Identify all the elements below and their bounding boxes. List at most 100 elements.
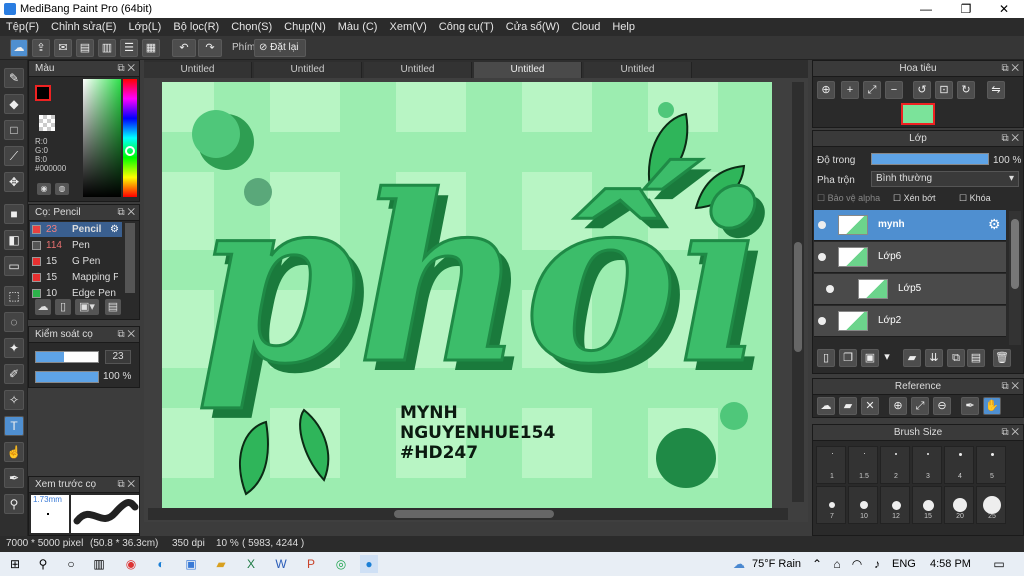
- close-ref-icon[interactable]: ✕: [861, 397, 879, 415]
- medibang-task-icon[interactable]: ●: [360, 555, 378, 573]
- tab-untitled-4[interactable]: Untitled: [474, 62, 582, 78]
- add-layer-menu-icon[interactable]: ▣: [861, 349, 879, 367]
- canvas-area[interactable]: phối phối MYNH NGUYENHUE154 #HD247: [144, 78, 808, 522]
- network-icon[interactable]: ⌂: [828, 555, 846, 573]
- palette-icon[interactable]: ◉: [37, 183, 51, 195]
- volume-icon[interactable]: ♪: [868, 555, 886, 573]
- brush-size-cell[interactable]: 1: [816, 446, 846, 484]
- layers-scrollbar[interactable]: [1009, 211, 1021, 345]
- menu-cloud[interactable]: Cloud: [566, 18, 607, 33]
- horizontal-scrollbar[interactable]: [148, 508, 788, 520]
- edge-icon[interactable]: ◐: [152, 555, 170, 573]
- brush-size-slider[interactable]: [35, 351, 99, 363]
- eyedropper-icon[interactable]: ⚲: [4, 494, 24, 514]
- select-eraser-icon[interactable]: ✧: [4, 390, 24, 410]
- new-brush-icon[interactable]: ▯: [55, 299, 71, 315]
- eyedrop-color-icon[interactable]: ◍: [55, 183, 69, 195]
- search-icon[interactable]: ⚲: [34, 555, 52, 573]
- app-icon-red[interactable]: ◉: [122, 555, 140, 573]
- panel-buttons[interactable]: ⧉ ✕: [1001, 379, 1019, 395]
- brush-item[interactable]: 15 G Pen: [30, 254, 122, 269]
- document-icon[interactable]: ▤: [76, 39, 94, 57]
- visibility-icon[interactable]: [818, 317, 826, 325]
- menu-capture[interactable]: Chụp(N): [278, 18, 332, 33]
- ref-zoom-out-icon[interactable]: ⊖: [933, 397, 951, 415]
- brush-opacity-slider[interactable]: [35, 371, 99, 383]
- protect-alpha-checkbox[interactable]: ☐ Bảo vệ alpha: [817, 193, 880, 204]
- brush-item[interactable]: 114 Pen: [30, 238, 122, 253]
- brush-item[interactable]: 15 Mapping Pe: [30, 270, 122, 285]
- clock[interactable]: 4:58 PM: [930, 558, 971, 570]
- close-button[interactable]: ✕: [984, 0, 1024, 18]
- clipping-checkbox[interactable]: ☐ Xén bớt: [893, 193, 936, 204]
- rotate-reset-icon[interactable]: ⊡: [935, 81, 953, 99]
- brush-size-cell[interactable]: 12: [880, 486, 910, 524]
- menu-help[interactable]: Help: [606, 18, 641, 33]
- gear-icon[interactable]: ⚙: [988, 216, 1001, 233]
- page-icon[interactable]: ▥: [98, 39, 116, 57]
- menu-view[interactable]: Xem(V): [383, 18, 432, 33]
- zoom-out-icon[interactable]: −: [885, 81, 903, 99]
- horizontal-scroll-thumb[interactable]: [394, 510, 554, 518]
- rotate-right-icon[interactable]: ↻: [957, 81, 975, 99]
- gradient-icon[interactable]: ▭: [4, 256, 24, 276]
- brush-item[interactable]: 23 Pencil ⚙: [30, 222, 122, 237]
- brush-size-cell[interactable]: 20: [944, 486, 974, 524]
- layer-row[interactable]: Lớp2: [814, 306, 1006, 337]
- list-icon[interactable]: ☰: [120, 39, 138, 57]
- layer-opacity-slider[interactable]: [871, 153, 989, 165]
- layer-settings-icon[interactable]: ▤: [967, 349, 985, 367]
- folder-icon[interactable]: ▰: [903, 349, 921, 367]
- cloud-icon[interactable]: ☁: [10, 39, 28, 57]
- bucket-icon[interactable]: ◧: [4, 230, 24, 250]
- maximize-button[interactable]: ❐: [946, 0, 986, 18]
- saturation-value-picker[interactable]: [83, 79, 121, 197]
- task-view-icon[interactable]: ▥: [90, 555, 108, 573]
- gear-icon[interactable]: ⚙: [110, 222, 119, 237]
- copy-layer-icon[interactable]: ❐: [839, 349, 857, 367]
- canvas-artwork[interactable]: phối phối MYNH NGUYENHUE154 #HD247: [144, 78, 808, 522]
- select-pen-icon[interactable]: ✐: [4, 364, 24, 384]
- brush-size-cell[interactable]: 25: [976, 486, 1006, 524]
- menu-window[interactable]: Cửa sổ(W): [500, 18, 566, 33]
- duplicate-icon[interactable]: ⧉: [947, 349, 965, 367]
- visibility-icon[interactable]: [818, 253, 826, 261]
- operation-icon[interactable]: ☝: [4, 442, 24, 462]
- comment-icon[interactable]: ✉: [54, 39, 72, 57]
- blend-mode-select[interactable]: Bình thường ▾: [871, 171, 1019, 187]
- lock-checkbox[interactable]: ☐ Khóa: [959, 193, 991, 204]
- transparent-swatch[interactable]: [39, 115, 55, 131]
- vertical-scrollbar[interactable]: [792, 82, 804, 502]
- brush-icon[interactable]: ✎: [4, 68, 24, 88]
- menu-filter[interactable]: Bộ lọc(R): [167, 18, 225, 33]
- zoom-fit-icon[interactable]: ⊕: [817, 81, 835, 99]
- fill-rect-icon[interactable]: ■: [4, 204, 24, 224]
- menu-edit[interactable]: Chỉnh sửa(E): [45, 18, 122, 33]
- brush-settings-icon[interactable]: ▤: [105, 299, 121, 315]
- wifi-icon[interactable]: ◠: [848, 555, 866, 573]
- brush-size-cell[interactable]: 5: [976, 446, 1006, 484]
- cortana-icon[interactable]: ○: [62, 555, 80, 573]
- panel-buttons[interactable]: ⧉ ✕: [1001, 131, 1019, 147]
- panel-buttons[interactable]: ⧉ ✕: [117, 327, 135, 343]
- tab-untitled-1[interactable]: Untitled: [144, 62, 252, 78]
- hue-slider[interactable]: [123, 79, 137, 197]
- menu-file[interactable]: Tệp(F): [0, 18, 45, 33]
- layer-row[interactable]: Lớp5: [814, 274, 1006, 305]
- dropper-icon[interactable]: ✒: [4, 468, 24, 488]
- grid-icon[interactable]: ▦: [142, 39, 160, 57]
- menu-layer[interactable]: Lớp(L): [122, 18, 167, 33]
- zoom-in-icon[interactable]: +: [841, 81, 859, 99]
- cloud-brush-icon[interactable]: ☁: [35, 299, 51, 315]
- layers-scroll-thumb[interactable]: [1011, 219, 1019, 289]
- reset-button[interactable]: ⊘ Đặt lại: [254, 39, 306, 57]
- flip-icon[interactable]: ⇋: [987, 81, 1005, 99]
- chevron-down-icon[interactable]: ▾: [881, 349, 893, 367]
- line-icon[interactable]: ⟋: [4, 146, 24, 166]
- eraser-icon[interactable]: ◆: [4, 94, 24, 114]
- brush-size-cell[interactable]: 3: [912, 446, 942, 484]
- fit-window-icon[interactable]: ⤢: [863, 81, 881, 99]
- lasso-icon[interactable]: ◌: [4, 312, 24, 332]
- minimize-button[interactable]: —: [906, 0, 946, 18]
- ref-zoom-in-icon[interactable]: ⊕: [889, 397, 907, 415]
